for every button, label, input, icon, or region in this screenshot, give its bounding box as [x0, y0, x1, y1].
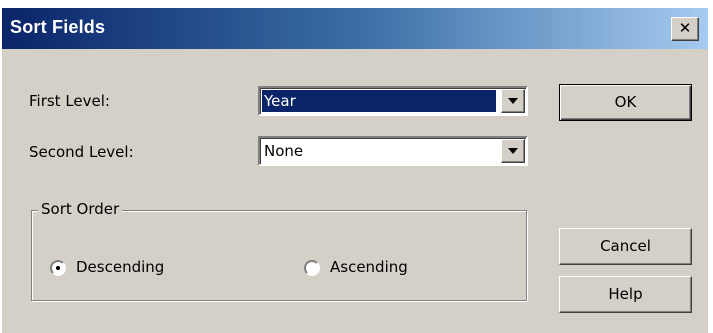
- sort-fields-dialog: Sort Fields ✕ First Level: Year Second L…: [2, 8, 708, 333]
- ascending-label: Ascending: [330, 258, 408, 276]
- chevron-down-icon[interactable]: [501, 139, 525, 163]
- first-level-value: Year: [262, 90, 496, 112]
- sort-order-group: Sort Order: [31, 200, 527, 301]
- sort-order-legend: Sort Order: [38, 200, 123, 218]
- second-level-label: Second Level:: [29, 143, 134, 161]
- first-level-select[interactable]: Year: [258, 86, 528, 116]
- radio-circle-icon: [50, 260, 66, 276]
- ok-button[interactable]: OK: [559, 84, 692, 121]
- radio-dot-icon: [56, 266, 60, 270]
- close-button[interactable]: ✕: [671, 17, 699, 41]
- second-level-value: None: [264, 142, 304, 160]
- dialog-title: Sort Fields: [10, 17, 106, 37]
- descending-label: Descending: [76, 258, 165, 276]
- close-icon: ✕: [678, 19, 692, 37]
- help-button[interactable]: Help: [559, 276, 692, 313]
- title-bar[interactable]: Sort Fields ✕: [2, 8, 708, 49]
- chevron-down-icon[interactable]: [501, 89, 525, 113]
- second-level-select[interactable]: None: [258, 136, 528, 166]
- cancel-button[interactable]: Cancel: [559, 228, 692, 265]
- first-level-label: First Level:: [29, 92, 110, 110]
- radio-circle-icon: [304, 260, 320, 276]
